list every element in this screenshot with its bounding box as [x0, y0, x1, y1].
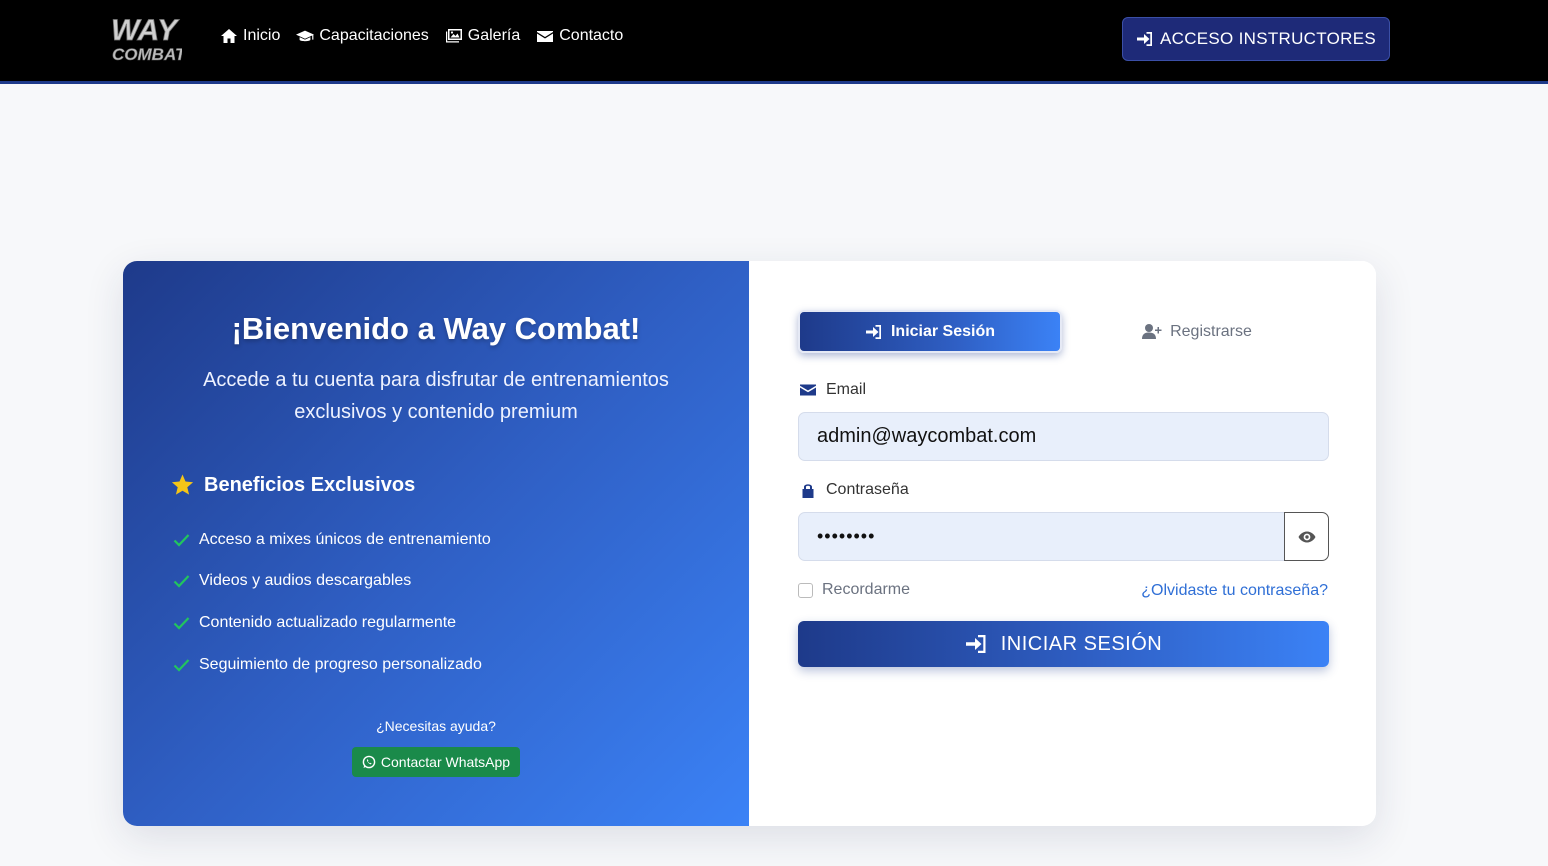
- benefit-item: Contenido actualizado regularmente: [173, 602, 491, 644]
- graduation-cap-icon: [296, 30, 315, 42]
- toggle-password-visibility-button[interactable]: [1284, 512, 1329, 561]
- remember-me: Recordarme: [798, 581, 910, 599]
- welcome-title: ¡Bienvenido a Way Combat!: [231, 311, 641, 346]
- benefit-item: Seguimiento de progreso personalizado: [173, 644, 491, 686]
- nav-capacitaciones-label: Capacitaciones: [319, 27, 429, 44]
- nav-galeria[interactable]: Galería: [445, 27, 520, 45]
- tab-login[interactable]: Iniciar Sesión: [798, 310, 1062, 353]
- check-icon: [173, 575, 190, 588]
- lock-icon: [802, 484, 814, 498]
- way-combat-logo[interactable]: WAY COMBAT: [108, 10, 188, 68]
- benefits-list: Acceso a mixes únicos de entrenamiento V…: [173, 519, 491, 685]
- svg-text:WAY: WAY: [111, 14, 180, 47]
- password-label: Contraseña: [800, 481, 909, 499]
- nav-capacitaciones[interactable]: Capacitaciones: [296, 27, 429, 45]
- nav-inicio[interactable]: Inicio: [220, 27, 280, 45]
- svg-text:COMBAT: COMBAT: [112, 45, 182, 64]
- benefit-text: Contenido actualizado regularmente: [199, 613, 457, 631]
- forgot-password-link[interactable]: ¿Olvidaste tu contraseña?: [1141, 582, 1328, 600]
- benefit-item: Acceso a mixes únicos de entrenamiento: [173, 519, 491, 561]
- login-submit-label: INICIAR SESIÓN: [1000, 632, 1163, 655]
- benefit-item: Videos y audios descargables: [173, 561, 491, 603]
- envelope-icon: [537, 31, 554, 42]
- benefit-text: Seguimiento de progreso personalizado: [199, 655, 482, 673]
- password-label-text: Contraseña: [826, 481, 909, 498]
- whatsapp-contact-button[interactable]: Contactar WhatsApp: [352, 747, 520, 777]
- help-text: ¿Necesitas ayuda?: [376, 718, 496, 734]
- nav-inicio-label: Inicio: [243, 27, 281, 44]
- auth-card: ¡Bienvenido a Way Combat! Accede a tu cu…: [123, 261, 1376, 826]
- nav-galeria-label: Galería: [467, 27, 521, 44]
- user-plus-icon: [1142, 324, 1162, 339]
- login-submit-button[interactable]: INICIAR SESIÓN: [798, 621, 1329, 667]
- benefit-text: Videos y audios descargables: [199, 572, 412, 590]
- email-label: Email: [800, 381, 866, 399]
- check-icon: [173, 617, 190, 630]
- nav-contacto[interactable]: Contacto: [536, 27, 623, 45]
- email-field[interactable]: admin@waycombat.com: [798, 412, 1329, 461]
- instructors-access-label: ACCESO INSTRUCTORES: [1159, 29, 1377, 48]
- sign-in-icon: [965, 635, 986, 653]
- whatsapp-icon: [362, 755, 376, 769]
- tab-login-label: Iniciar Sesión: [890, 322, 996, 340]
- email-label-text: Email: [826, 381, 867, 398]
- star-icon: [171, 474, 194, 495]
- benefit-text: Acceso a mixes únicos de entrenamiento: [199, 530, 491, 548]
- sign-in-icon: [865, 324, 881, 339]
- password-field[interactable]: ••••••••: [798, 512, 1285, 561]
- welcome-panel: ¡Bienvenido a Way Combat! Accede a tu cu…: [123, 261, 749, 826]
- form-panel: Iniciar Sesión Registrarse Email admin@w…: [749, 261, 1376, 826]
- check-icon: [173, 658, 190, 672]
- tab-register[interactable]: Registrarse: [1066, 310, 1328, 353]
- main-nav: Inicio Capacitaciones Galería Contacto: [220, 27, 623, 45]
- check-icon: [173, 534, 190, 547]
- benefits-heading: Beneficios Exclusivos: [170, 473, 415, 497]
- remember-me-label[interactable]: Recordarme: [822, 581, 910, 599]
- navbar: WAY COMBAT Inicio Capacitaciones Galería…: [0, 0, 1548, 84]
- sign-in-icon: [1136, 32, 1152, 46]
- benefits-title: Beneficios Exclusivos: [204, 473, 416, 496]
- nav-contacto-label: Contacto: [559, 27, 624, 44]
- tab-register-label: Registrarse: [1170, 322, 1252, 340]
- home-icon: [221, 29, 237, 43]
- whatsapp-button-label: Contactar WhatsApp: [380, 754, 511, 770]
- instructors-access-button[interactable]: ACCESO INSTRUCTORES: [1122, 17, 1390, 61]
- envelope-icon: [800, 384, 816, 396]
- welcome-subtitle: Accede a tu cuenta para disfrutar de ent…: [203, 369, 669, 423]
- images-icon: [445, 29, 462, 43]
- eye-icon: [1298, 531, 1315, 542]
- remember-me-checkbox[interactable]: [798, 582, 813, 598]
